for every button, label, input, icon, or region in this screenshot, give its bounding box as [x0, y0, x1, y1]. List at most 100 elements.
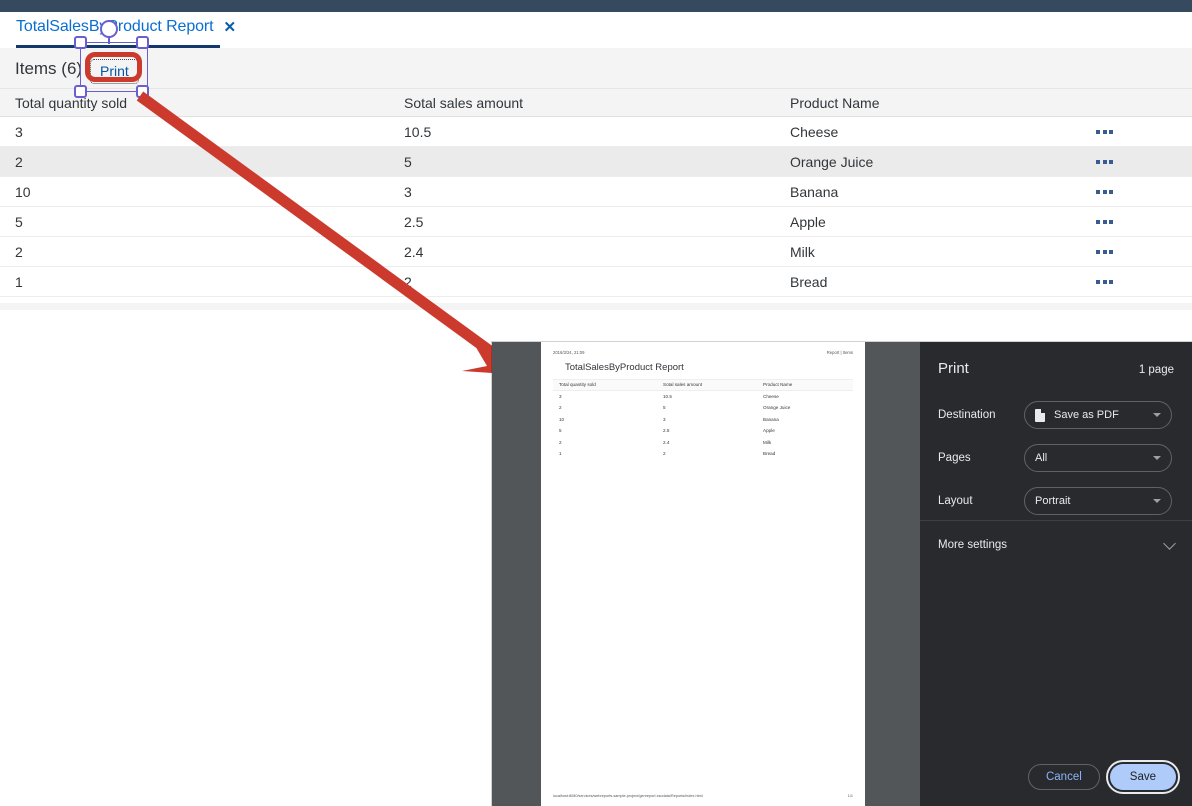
report-table: Total quantity sold Sotal sales amount P…	[0, 89, 1192, 297]
cell-amount: 10.5	[404, 123, 432, 140]
cell-product: Milk	[790, 243, 815, 260]
pages-row: Pages All	[938, 443, 1174, 473]
cell-amount: 2	[404, 273, 412, 290]
cell-product: Banana	[790, 183, 839, 200]
destination-row: Destination Save as PDF	[938, 400, 1174, 430]
row-actions[interactable]	[1096, 219, 1192, 224]
row-actions[interactable]	[1096, 159, 1192, 164]
preview-cell-product: Apple	[763, 428, 775, 434]
preview-cell-quantity: 1	[559, 451, 562, 457]
cell-quantity: 5	[15, 213, 23, 230]
page-count-label: 1 page	[1138, 364, 1174, 376]
layout-value: Portrait	[1035, 495, 1071, 507]
preview-row: 2 2.4 Milk	[553, 437, 853, 449]
cancel-button[interactable]: Cancel	[1027, 764, 1100, 790]
row-actions[interactable]	[1096, 129, 1192, 134]
panel-divider	[920, 520, 1192, 521]
dialog-actions: Cancel Save	[1027, 760, 1181, 794]
cell-amount: 2.4	[404, 243, 424, 260]
preview-cell-amount: 5	[663, 405, 666, 411]
table-row[interactable]: 2 2.4 Milk	[0, 237, 1192, 267]
row-actions[interactable]	[1096, 249, 1192, 254]
pages-label: Pages	[938, 452, 971, 464]
table-row[interactable]: 2 5 Orange Juice	[0, 147, 1192, 177]
cell-quantity: 10	[15, 183, 31, 200]
preview-header-title: Report | Items	[826, 350, 853, 355]
close-icon[interactable]: ✕	[224, 20, 237, 35]
destination-select[interactable]: Save as PDF	[1024, 401, 1172, 429]
preview-footer-url: localhost:8080/services/webreports.sampl…	[553, 794, 703, 798]
preview-cell-product: Cheese	[763, 393, 779, 399]
table-row[interactable]: 3 10.5 Cheese	[0, 117, 1192, 147]
more-settings-label: More settings	[938, 539, 1008, 551]
preview-cell-product: Bread	[763, 451, 776, 457]
layout-row: Layout Portrait	[938, 486, 1174, 516]
cell-quantity: 3	[15, 123, 23, 140]
save-button[interactable]: Save	[1105, 760, 1181, 794]
preview-page: 2016/3/24, 21:09 Report | Items TotalSal…	[541, 342, 865, 806]
preview-header-date: 2016/3/24, 21:09	[553, 350, 585, 355]
preview-cell-product: Banana	[763, 416, 779, 422]
chevron-down-icon	[1153, 413, 1161, 417]
table-row[interactable]: 1 2 Bread	[0, 267, 1192, 297]
more-settings-toggle[interactable]: More settings	[938, 532, 1176, 558]
rotation-handle[interactable]	[100, 20, 118, 38]
preview-row: 5 2.5 Apple	[553, 425, 853, 437]
overflow-menu-icon[interactable]	[1096, 219, 1113, 224]
print-panel-title: Print	[938, 360, 969, 377]
selection-handle-bottom-left[interactable]	[74, 85, 87, 98]
print-panel-header: Print 1 page	[938, 360, 1174, 377]
print-button[interactable]: Print	[90, 59, 139, 85]
column-header-product: Product Name	[790, 94, 880, 111]
pages-select[interactable]: All	[1024, 444, 1172, 472]
selection-handle-top-right[interactable]	[136, 36, 149, 49]
selection-handle-bottom-right[interactable]	[136, 85, 149, 98]
preview-col-product: Product Name	[763, 382, 793, 388]
cell-product: Orange Juice	[790, 153, 874, 170]
overflow-menu-icon[interactable]	[1096, 159, 1113, 164]
table-row[interactable]: 10 3 Banana	[0, 177, 1192, 207]
print-dialog: 2016/3/24, 21:09 Report | Items TotalSal…	[492, 342, 1192, 806]
destination-value: Save as PDF	[1054, 409, 1119, 421]
layout-select[interactable]: Portrait	[1024, 487, 1172, 515]
cell-product: Apple	[790, 213, 826, 230]
preview-page-header: 2016/3/24, 21:09 Report | Items	[541, 350, 865, 355]
preview-cell-quantity: 10	[559, 416, 565, 422]
row-actions[interactable]	[1096, 279, 1192, 284]
layout-label: Layout	[938, 495, 973, 507]
preview-cell-quantity: 2	[559, 405, 562, 411]
table-header-row: Total quantity sold Sotal sales amount P…	[0, 89, 1192, 117]
cell-amount: 3	[404, 183, 412, 200]
preview-cell-quantity: 5	[559, 428, 562, 434]
cell-amount: 2.5	[404, 213, 424, 230]
cell-product: Bread	[790, 273, 828, 290]
report-toolbar: Items (6)	[0, 48, 1192, 89]
tab-totalsalesbyproduct-report[interactable]: TotalSalesByProduct Report ✕	[16, 18, 236, 36]
selection-handle-top-left[interactable]	[74, 36, 87, 49]
preview-cell-amount: 10.5	[663, 393, 672, 399]
print-preview-area: 2016/3/24, 21:09 Report | Items TotalSal…	[492, 342, 920, 806]
cell-amount: 5	[404, 153, 412, 170]
destination-label: Destination	[938, 409, 996, 421]
preview-page-footer: localhost:8080/services/webreports.sampl…	[541, 794, 865, 798]
preview-row: 10 3 Banana	[553, 414, 853, 426]
tab-strip: TotalSalesByProduct Report ✕	[0, 12, 1192, 48]
row-actions[interactable]	[1096, 189, 1192, 194]
screen: TotalSalesByProduct Report ✕ Items (6) P…	[0, 0, 1192, 806]
table-row[interactable]: 5 2.5 Apple	[0, 207, 1192, 237]
overflow-menu-icon[interactable]	[1096, 279, 1113, 284]
preview-row: 1 2 Bread	[553, 448, 853, 460]
preview-cell-quantity: 3	[559, 393, 562, 399]
overflow-menu-icon[interactable]	[1096, 249, 1113, 254]
table-footer-strip	[0, 303, 1192, 310]
overflow-menu-icon[interactable]	[1096, 129, 1113, 134]
column-header-quantity: Total quantity sold	[15, 94, 128, 111]
chevron-down-icon	[1153, 499, 1161, 503]
cell-product: Cheese	[790, 123, 839, 140]
preview-col-quantity: Total quantity sold	[559, 382, 596, 388]
preview-row: 3 10.5 Cheese	[553, 391, 853, 403]
app-top-bar	[0, 0, 1192, 12]
print-settings-panel: Print 1 page Destination Save as PDF Pag…	[920, 342, 1192, 806]
overflow-menu-icon[interactable]	[1096, 189, 1113, 194]
chevron-down-icon	[1163, 536, 1176, 550]
